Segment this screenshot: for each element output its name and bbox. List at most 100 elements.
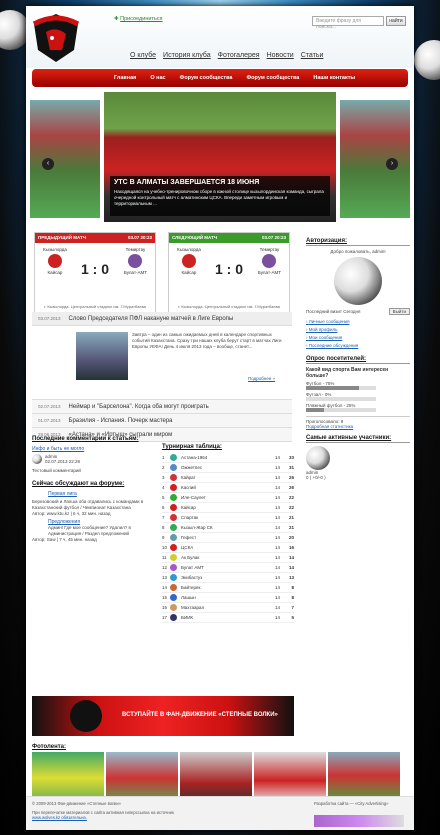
slide-thumbnail[interactable] xyxy=(30,100,100,218)
team-badge-icon xyxy=(170,564,177,571)
team-badge-icon xyxy=(170,554,177,561)
nav-about[interactable]: О нас xyxy=(150,75,165,81)
fan-banner[interactable]: ВСТУПАЙТЕ В ФАН-ДВИЖЕНИЕ «СТЕПНЫЕ ВОЛКИ» xyxy=(32,696,294,736)
poll-bar xyxy=(306,386,359,390)
table-row[interactable]: 14 Байтерек 14 8 xyxy=(162,583,294,593)
read-more-link[interactable]: Подробнее » xyxy=(248,376,275,381)
nav-community[interactable]: Форум сообщества xyxy=(246,75,299,81)
forum-title: Сейчас обсуждают на форуме: xyxy=(32,481,125,487)
next-match-card: СЛЕДУЮЩИЙ МАТЧ 03.07 20:23 Кызылорда Кайса… xyxy=(168,232,290,314)
poll-title: Опрос посетителей: xyxy=(306,356,410,364)
table-row[interactable]: 13 Экибастуз 14 13 xyxy=(162,573,294,583)
main-nav: Главная О нас Форум сообщества Форум соо… xyxy=(32,69,408,87)
team-badge-icon xyxy=(170,524,177,531)
user-avatar[interactable] xyxy=(306,446,330,470)
club-logo[interactable] xyxy=(28,10,84,64)
table-row[interactable]: 17 БИИК 14 5 xyxy=(162,613,294,623)
slide-title[interactable]: УТС В АЛМАТЫ ЗАВЕРШАЕТСЯ 18 ИЮНЯ xyxy=(114,179,326,186)
news-item[interactable]: 02.07.2013 Неймар и "Барселона". Когда об… xyxy=(32,400,292,414)
match-venue: г. Кызылорда. Центральный стадион им. Г.… xyxy=(44,304,146,309)
team-badge-icon xyxy=(170,534,177,541)
menu-link-discussions[interactable]: › Последние обсуждения xyxy=(306,342,410,350)
forum-topic-link[interactable]: Первая лига xyxy=(32,491,156,497)
table-row[interactable]: 3 Кайрат 14 26 xyxy=(162,473,294,483)
active-users-title: Самые активные участники: xyxy=(306,435,410,443)
comment-avatar xyxy=(32,454,42,464)
soccer-ball-decoration xyxy=(414,40,440,80)
top-nav: О клубе История клуба Фотогалерея Новост… xyxy=(130,52,323,59)
photos-title: Фотолента: xyxy=(32,744,66,750)
table-row[interactable]: 5 Иле-Саулет 14 22 xyxy=(162,493,294,503)
table-row[interactable]: 8 Кызыл-Жар СК 14 21 xyxy=(162,523,294,533)
menu-link-profile[interactable]: › Мой профиль xyxy=(306,326,410,334)
team-badge-icon xyxy=(170,574,177,581)
table-row[interactable]: 7 Спартак 14 21 xyxy=(162,513,294,523)
team-badge-icon xyxy=(170,514,177,521)
table-row[interactable]: 16 Махтаарал 14 7 xyxy=(162,603,294,613)
sidebar: Авторизация: Добро пожаловать, admin! По… xyxy=(306,238,410,480)
poll-bar xyxy=(306,397,376,401)
team-badge-icon xyxy=(170,494,177,501)
slider-prev-icon[interactable]: ‹ xyxy=(42,158,54,170)
table-row[interactable]: 11 Ак Булак 14 14 xyxy=(162,553,294,563)
nav-forum[interactable]: Форум сообщества xyxy=(180,75,233,81)
team-badge-icon xyxy=(170,474,177,481)
slide-caption: УТС В АЛМАТЫ ЗАВЕРШАЕТСЯ 18 ИЮНЯ Находящ… xyxy=(110,176,330,216)
search-button[interactable]: найти xyxy=(386,16,406,26)
slider-next-icon[interactable]: › xyxy=(386,158,398,170)
top-nav-history[interactable]: История клуба xyxy=(163,52,211,59)
match-score: 1 : 0 xyxy=(80,261,109,277)
nav-contacts[interactable]: Наши контакты xyxy=(313,75,355,81)
next-match-header: СЛЕДУЮЩИЙ МАТЧ 03.07 20:23 xyxy=(169,233,289,243)
match-venue: г. Кызылорда. Центральный стадион им. Г.… xyxy=(178,304,280,309)
prev-match-card: ПРЕДЫДУЩИЙ МАТЧ 03.07 20:23 Кызылорда Кайс… xyxy=(34,232,156,314)
nav-home[interactable]: Главная xyxy=(114,75,136,81)
top-nav-about[interactable]: О клубе xyxy=(130,52,156,59)
table-row[interactable]: 9 Гефест 14 20 xyxy=(162,533,294,543)
table-row[interactable]: 1 Астана-1964 14 33 xyxy=(162,453,294,463)
league-table: Турнирная таблица: 1 Астана-1964 14 33 2 Ожже… xyxy=(162,444,294,623)
menu-link-messages[interactable]: › Личные сообщения xyxy=(306,318,410,326)
search-input[interactable]: Введите фразу для поиска... xyxy=(312,16,384,30)
news-photo[interactable] xyxy=(76,332,128,380)
comments-title: Последние комментарии к статьям: xyxy=(32,436,139,442)
counters[interactable] xyxy=(314,815,404,827)
comment-article-link[interactable]: Инфо и быть не могло xyxy=(32,446,156,452)
avatar[interactable] xyxy=(334,257,382,305)
user-karma: 0 ( +0/-0 ) xyxy=(306,475,326,480)
join-link[interactable]: ✚ Присоединиться xyxy=(114,16,163,22)
poll-stats-link[interactable]: Подробная статистика xyxy=(306,424,410,429)
slider: УТС В АЛМАТЫ ЗАВЕРШАЕТСЯ 18 ИЮНЯ Находящ… xyxy=(26,92,414,232)
table-row[interactable]: 2 Ожжетпес 14 31 xyxy=(162,463,294,473)
comment-text: Тестовый комментарий xyxy=(32,468,81,473)
prev-match-header: ПРЕДЫДУЩИЙ МАТЧ 03.07 20:23 xyxy=(35,233,155,243)
team-badge-icon xyxy=(170,464,177,471)
slide-text: Находящаяся на учебно-тренировочном сбор… xyxy=(114,189,324,206)
table-row[interactable]: 10 ЦСКА 14 16 xyxy=(162,543,294,553)
news-item[interactable]: 01.07.2013 Бразилия - Испания. Почерк мас… xyxy=(32,414,292,428)
footer: © 2009-2013 Фан-движение «Степные волки»… xyxy=(26,796,414,830)
team-badge-icon xyxy=(170,614,177,621)
logout-button[interactable]: Выйти xyxy=(388,308,410,315)
team-badge-icon xyxy=(170,604,177,611)
welcome-text: Добро пожаловать, admin! xyxy=(330,249,386,254)
slide-thumbnail[interactable] xyxy=(340,100,410,218)
comments-block: Последние комментарии к статьям: Инфо и … xyxy=(32,436,156,542)
table-row[interactable]: 15 Лашын 14 8 xyxy=(162,593,294,603)
poll-voted: Проголосовало: 8 xyxy=(306,416,410,424)
match-score: 1 : 0 xyxy=(214,261,243,277)
top-nav-news[interactable]: Новости xyxy=(267,52,294,59)
featured-news-header[interactable]: 03.07.2013 Слово Председателя ПФЛ наканун… xyxy=(32,312,292,326)
top-nav-gallery[interactable]: Фотогалерея xyxy=(218,52,260,59)
table-title: Турнирная таблица: xyxy=(162,444,222,450)
developer-link[interactable]: Разработка сайта — «City Advertising» xyxy=(314,801,388,806)
menu-link-my-posts[interactable]: › Мои сообщения xyxy=(306,334,410,342)
top-nav-articles[interactable]: Статьи xyxy=(301,52,324,59)
poll-question: Какой вид спорта Вам интересен больше? xyxy=(306,367,389,379)
team-badge-icon xyxy=(170,454,177,461)
table-row[interactable]: 4 Каспий 14 26 xyxy=(162,483,294,493)
table-row[interactable]: 6 Кайсар 14 22 xyxy=(162,503,294,513)
featured-news: Завтра – один из самых ожидаемых дней в … xyxy=(32,326,292,400)
table-row[interactable]: 12 Булат АМТ 14 14 xyxy=(162,563,294,573)
team-badge-icon xyxy=(170,594,177,601)
